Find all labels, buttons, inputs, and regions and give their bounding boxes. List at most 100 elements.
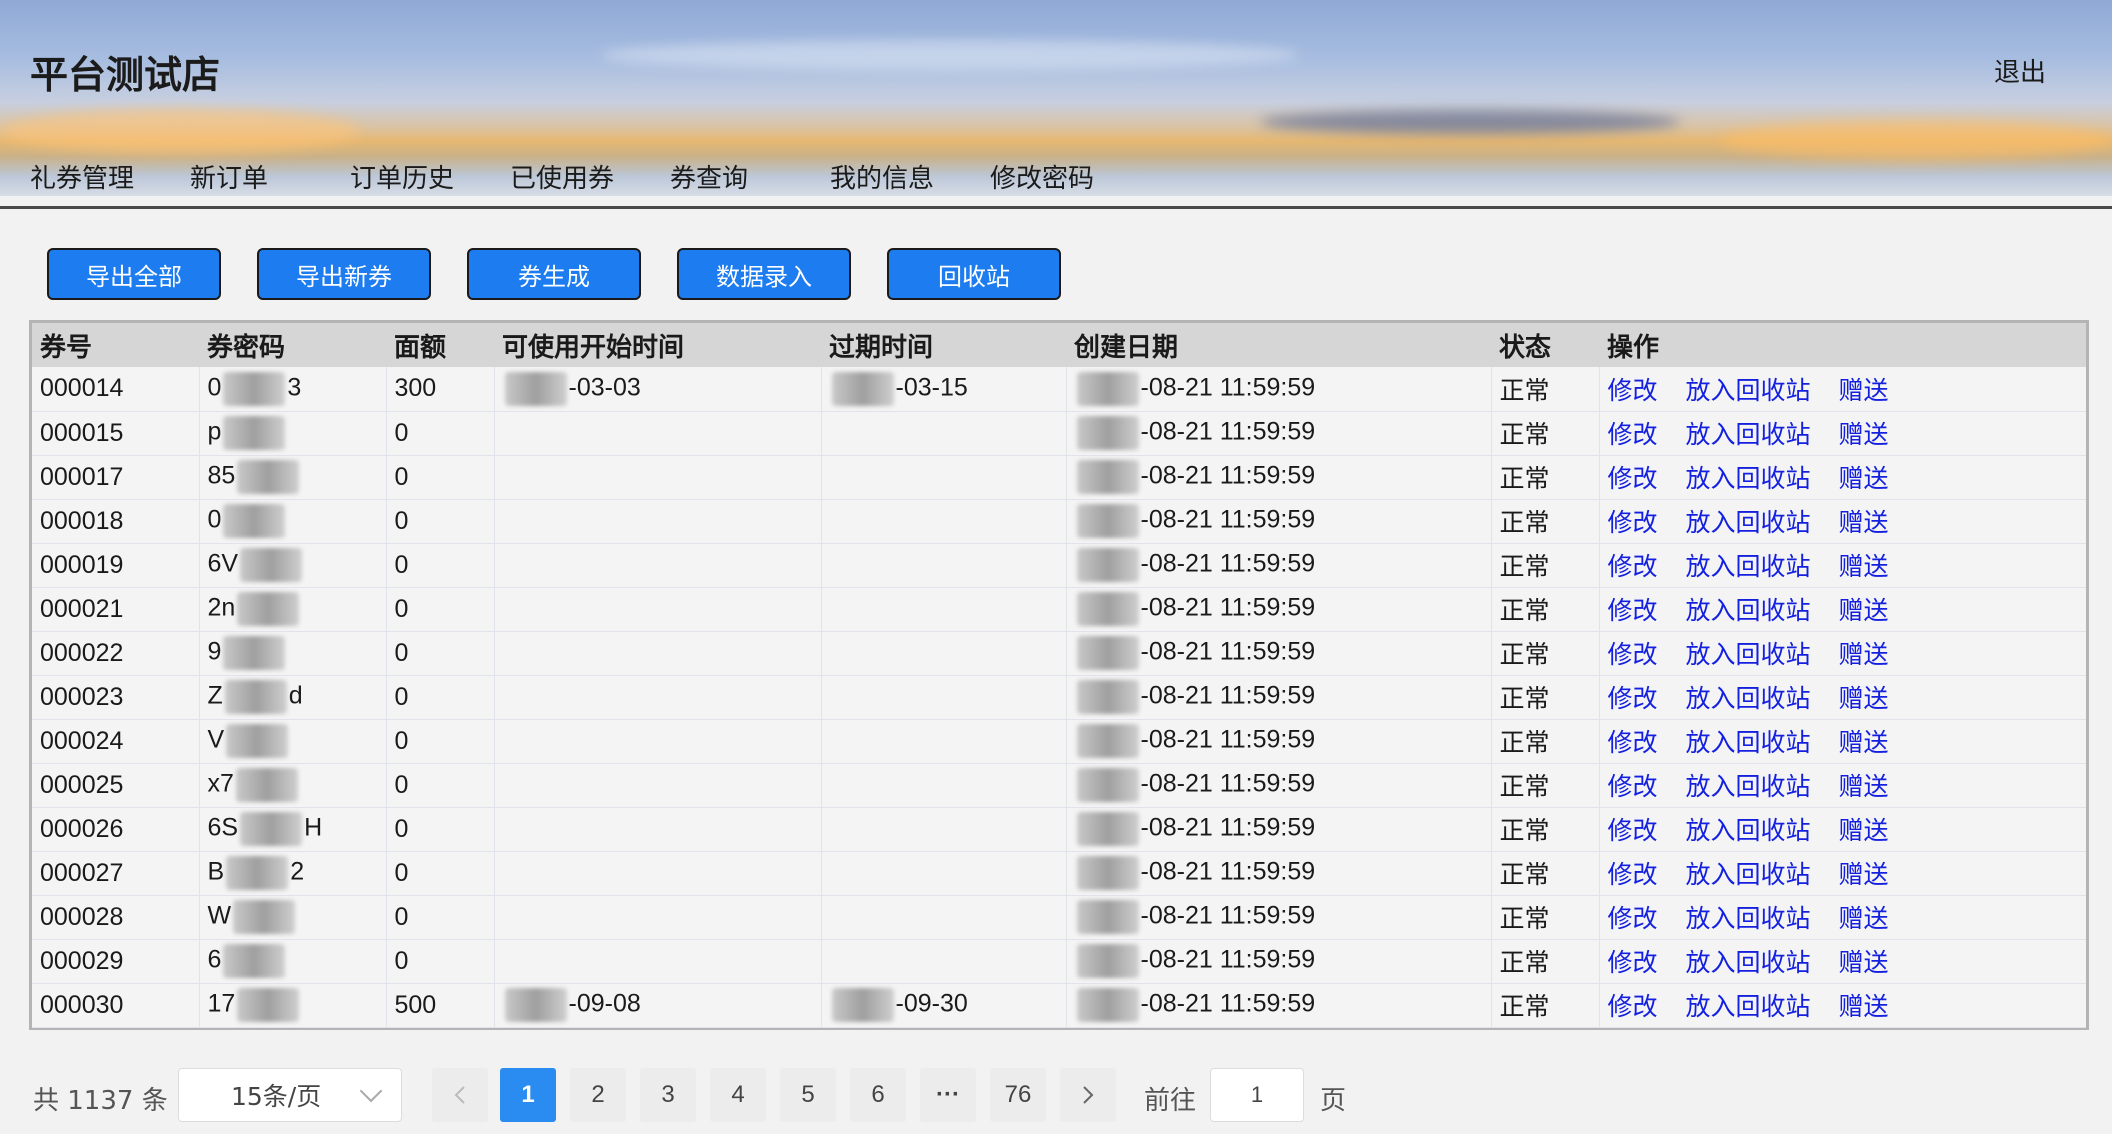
move-to-recycle-link[interactable]: 放入回收站 — [1685, 904, 1810, 933]
start-time-text: -09-08 — [568, 989, 641, 1018]
page-button[interactable]: 2 — [570, 1068, 626, 1122]
nav-coupon-management[interactable]: 礼券管理 — [30, 158, 190, 195]
page-ellipsis[interactable]: ··· — [920, 1068, 976, 1122]
cell-start-time — [494, 455, 822, 500]
gift-link[interactable]: 赠送 — [1838, 948, 1888, 977]
gift-link[interactable]: 赠送 — [1838, 376, 1888, 405]
edit-link[interactable]: 修改 — [1608, 552, 1658, 581]
cell-status: 正常 — [1491, 895, 1600, 940]
gift-link[interactable]: 赠送 — [1838, 596, 1888, 625]
cell-start-time — [494, 631, 822, 676]
cell-expire-time — [821, 499, 1067, 544]
move-to-recycle-link[interactable]: 放入回收站 — [1685, 992, 1810, 1021]
gift-link[interactable]: 赠送 — [1838, 772, 1888, 801]
edit-link[interactable]: 修改 — [1608, 420, 1658, 449]
page-button[interactable]: 3 — [640, 1068, 696, 1122]
gift-link[interactable]: 赠送 — [1838, 728, 1888, 757]
gift-link[interactable]: 赠送 — [1838, 552, 1888, 581]
gift-link[interactable]: 赠送 — [1838, 508, 1888, 537]
created-date-text: -08-21 11:59:59 — [1140, 505, 1316, 534]
page-button[interactable]: 6 — [850, 1068, 906, 1122]
table-row: 000021 2n 0 -08-21 11:59:59 正常 修改 放入回收站 赠送 — [32, 587, 2086, 632]
cell-start-time — [494, 587, 822, 632]
edit-link[interactable]: 修改 — [1608, 728, 1658, 757]
edit-link[interactable]: 修改 — [1608, 772, 1658, 801]
gift-link[interactable]: 赠送 — [1838, 684, 1888, 713]
nav-used-coupons[interactable]: 已使用券 — [510, 158, 670, 195]
redacted-mask — [1076, 812, 1139, 846]
next-page-button[interactable] — [1060, 1068, 1116, 1122]
table-row: 000017 85 0 -08-21 11:59:59 正常 修改 放入回收站 赠送 — [32, 455, 2086, 500]
move-to-recycle-link[interactable]: 放入回收站 — [1685, 816, 1810, 845]
nav-order-history[interactable]: 订单历史 — [350, 158, 510, 195]
gift-link[interactable]: 赠送 — [1838, 904, 1888, 933]
gift-link[interactable]: 赠送 — [1838, 420, 1888, 449]
generate-coupon-button[interactable]: 券生成 — [467, 248, 641, 300]
page-button[interactable]: 1 — [500, 1068, 556, 1122]
created-date-text: -08-21 11:59:59 — [1140, 901, 1316, 930]
gift-link[interactable]: 赠送 — [1838, 640, 1888, 669]
goto-page-input[interactable] — [1210, 1068, 1304, 1122]
edit-link[interactable]: 修改 — [1608, 948, 1658, 977]
gift-link[interactable]: 赠送 — [1838, 992, 1888, 1021]
created-date-text: -08-21 11:59:59 — [1140, 945, 1316, 974]
edit-link[interactable]: 修改 — [1608, 464, 1658, 493]
edit-link[interactable]: 修改 — [1608, 508, 1658, 537]
export-all-button[interactable]: 导出全部 — [47, 248, 221, 300]
banner-cloud — [1720, 120, 2112, 160]
page-button[interactable]: 5 — [780, 1068, 836, 1122]
cell-created-date: -08-21 11:59:59 — [1066, 719, 1492, 764]
cell-actions: 修改 放入回收站 赠送 — [1599, 411, 2086, 456]
move-to-recycle-link[interactable]: 放入回收站 — [1685, 772, 1810, 801]
password-suffix: H — [304, 813, 323, 842]
move-to-recycle-link[interactable]: 放入回收站 — [1685, 552, 1810, 581]
cell-expire-time — [821, 763, 1067, 808]
cell-coupon-no: 000024 — [32, 719, 200, 764]
cell-coupon-no: 000026 — [32, 807, 200, 852]
move-to-recycle-link[interactable]: 放入回收站 — [1685, 640, 1810, 669]
move-to-recycle-link[interactable]: 放入回收站 — [1685, 508, 1810, 537]
edit-link[interactable]: 修改 — [1608, 376, 1658, 405]
nav-new-orders[interactable]: 新订单 — [190, 158, 350, 195]
page-size-select[interactable]: 15条/页 — [178, 1068, 402, 1122]
nav-change-password[interactable]: 修改密码 — [990, 158, 1150, 195]
logout-link[interactable]: 退出 — [1994, 52, 2046, 89]
edit-link[interactable]: 修改 — [1608, 816, 1658, 845]
move-to-recycle-link[interactable]: 放入回收站 — [1685, 420, 1810, 449]
data-entry-button[interactable]: 数据录入 — [677, 248, 851, 300]
cell-actions: 修改 放入回收站 赠送 — [1599, 983, 2086, 1028]
edit-link[interactable]: 修改 — [1608, 860, 1658, 889]
move-to-recycle-link[interactable]: 放入回收站 — [1685, 596, 1810, 625]
cell-status: 正常 — [1491, 499, 1600, 544]
nav-my-info[interactable]: 我的信息 — [830, 158, 990, 195]
cell-actions: 修改 放入回收站 赠送 — [1599, 851, 2086, 896]
cell-coupon-no: 000019 — [32, 543, 200, 588]
move-to-recycle-link[interactable]: 放入回收站 — [1685, 684, 1810, 713]
prev-page-button[interactable] — [432, 1068, 488, 1122]
move-to-recycle-link[interactable]: 放入回收站 — [1685, 728, 1810, 757]
move-to-recycle-link[interactable]: 放入回收站 — [1685, 376, 1810, 405]
move-to-recycle-link[interactable]: 放入回收站 — [1685, 464, 1810, 493]
redacted-mask — [831, 988, 894, 1022]
page-button[interactable]: 4 — [710, 1068, 766, 1122]
edit-link[interactable]: 修改 — [1608, 992, 1658, 1021]
cell-amount: 0 — [386, 587, 495, 632]
cell-password: 0 — [199, 499, 387, 544]
cell-start-time — [494, 719, 822, 764]
gift-link[interactable]: 赠送 — [1838, 860, 1888, 889]
gift-link[interactable]: 赠送 — [1838, 464, 1888, 493]
export-new-button[interactable]: 导出新券 — [257, 248, 431, 300]
edit-link[interactable]: 修改 — [1608, 596, 1658, 625]
move-to-recycle-link[interactable]: 放入回收站 — [1685, 860, 1810, 889]
edit-link[interactable]: 修改 — [1608, 904, 1658, 933]
edit-link[interactable]: 修改 — [1608, 640, 1658, 669]
nav-coupon-query[interactable]: 券查询 — [670, 158, 830, 195]
page-button[interactable]: 76 — [990, 1068, 1046, 1122]
move-to-recycle-link[interactable]: 放入回收站 — [1685, 948, 1810, 977]
redacted-mask — [223, 636, 286, 670]
gift-link[interactable]: 赠送 — [1838, 816, 1888, 845]
edit-link[interactable]: 修改 — [1608, 684, 1658, 713]
recycle-bin-button[interactable]: 回收站 — [887, 248, 1061, 300]
redacted-mask — [240, 548, 303, 582]
cell-expire-time — [821, 719, 1067, 764]
